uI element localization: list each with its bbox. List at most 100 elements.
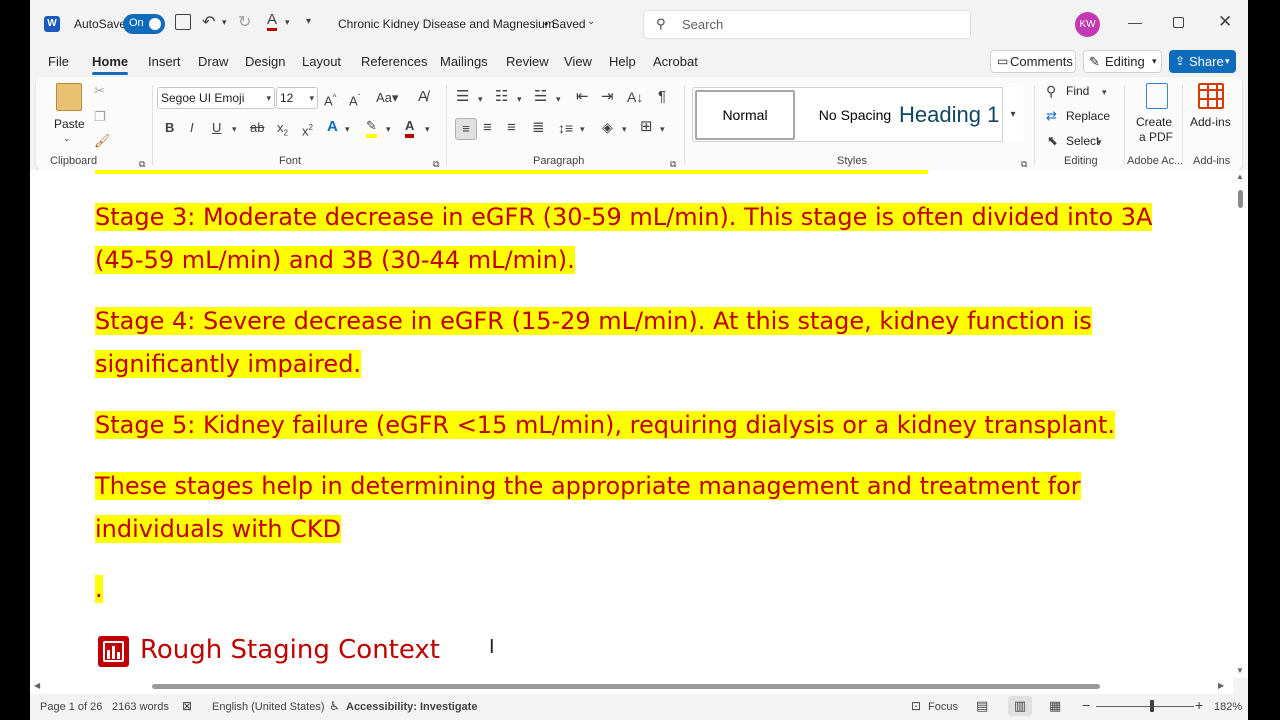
chevron-down-icon[interactable]: ⌄ [63,133,71,144]
numbering-icon[interactable]: ☷ [495,89,508,105]
sort-icon[interactable]: A↓ [627,89,643,105]
paragraph-period[interactable]: . [95,568,1195,611]
style-no-spacing[interactable]: No Spacing [805,90,905,140]
clear-formatting-icon[interactable]: A̸ [418,89,428,105]
tab-insert[interactable]: Insert [148,54,181,69]
create-pdf-line1[interactable]: Create [1136,115,1172,129]
styles-more-button[interactable]: ▾ [1002,87,1023,142]
zoom-slider-thumb[interactable] [1150,700,1154,712]
style-normal[interactable]: Normal [695,90,795,140]
scroll-up-icon[interactable]: ▲ [1236,172,1244,181]
zoom-level[interactable]: 182% [1214,701,1242,713]
format-painter-icon[interactable]: 🖌 [94,133,111,149]
focus-button[interactable]: Focus [928,701,958,713]
italic-icon[interactable]: I [190,120,194,136]
tab-file[interactable]: File [48,54,69,69]
increase-indent-icon[interactable]: ⇥ [601,89,614,105]
scroll-left-icon[interactable]: ◀ [34,681,40,690]
search-input[interactable]: ⚲ Search [643,10,971,39]
decrease-indent-icon[interactable]: ⇤ [576,89,589,105]
multilevel-list-icon[interactable]: ☱ [534,89,547,105]
tab-help[interactable]: Help [609,54,636,69]
select-icon[interactable]: ⬉ [1047,133,1058,149]
subscript-icon[interactable]: x2 [277,120,288,142]
bullets-icon[interactable]: ☰ [456,89,469,105]
font-size-select[interactable]: 12 ▾ [276,87,318,109]
customize-toolbar-icon[interactable]: ▾ [306,16,311,27]
zoom-slider[interactable] [1096,706,1194,707]
close-icon[interactable]: ✕ [1218,12,1232,32]
scroll-right-icon[interactable]: ▶ [1218,681,1224,690]
scroll-down-icon[interactable]: ▼ [1236,666,1244,675]
change-case-icon[interactable]: Aa▾ [376,90,398,106]
read-mode-icon[interactable]: ▤ [976,698,988,714]
tab-view[interactable]: View [564,54,592,69]
add-ins-button[interactable]: Add-ins [1190,115,1231,129]
find-button[interactable]: Find [1066,84,1089,98]
share-button[interactable]: ⇪ Share ▾ [1169,50,1236,73]
show-formatting-icon[interactable]: ¶ [658,89,666,105]
horizontal-scrollbar[interactable]: ◀ ▶ [30,678,1233,694]
paragraph-stage-5[interactable]: Stage 5: Kidney failure (eGFR <15 mL/min… [95,404,1195,447]
tab-mailings[interactable]: Mailings [440,54,488,69]
section-heading[interactable]: Rough Staging Context [140,635,440,665]
tab-acrobat[interactable]: Acrobat [653,54,698,69]
style-heading-1[interactable]: Heading 1 [899,90,999,140]
chevron-down-icon[interactable]: ▾ [232,121,237,137]
paragraph-summary[interactable]: These stages help in determining the app… [95,465,1195,551]
paragraph-stage-3[interactable]: Stage 3: Moderate decrease in eGFR (30-5… [95,196,1195,282]
shading-icon[interactable]: ◈ [602,119,613,135]
strikethrough-icon[interactable]: ab [250,120,264,136]
page-count[interactable]: Page 1 of 26 [40,701,102,713]
chevron-down-icon[interactable]: ▾ [222,17,227,28]
text-effects-icon[interactable]: A [327,119,338,135]
chevron-down-icon[interactable]: ▾ [1102,84,1107,100]
line-spacing-icon[interactable]: ↕≡ [558,120,573,136]
vertical-scrollbar[interactable]: ▲ ▼ [1233,170,1248,678]
editing-mode-button[interactable]: ✎ Editing ▾ [1083,50,1162,73]
chevron-down-icon[interactable]: ▾ [386,121,391,137]
highlight-icon[interactable]: ✎ [366,118,377,138]
select-button[interactable]: Select [1066,134,1099,148]
paste-icon[interactable] [56,83,82,111]
font-name-select[interactable]: Segoe UI Emoji ▾ [157,87,275,109]
tab-references[interactable]: References [361,54,427,69]
print-layout-icon[interactable]: ▥ [1008,696,1032,716]
chevron-down-icon[interactable]: ▾ [517,91,522,107]
horizontal-scroll-thumb[interactable] [152,684,1100,689]
replace-icon[interactable]: ⇄ [1046,108,1057,124]
word-count[interactable]: 2163 words [112,701,169,713]
chevron-down-icon[interactable]: ▾ [425,121,430,137]
chevron-down-icon[interactable]: ▾ [345,121,350,137]
shrink-font-icon[interactable]: Aˇ [349,90,360,109]
zoom-in-icon[interactable]: + [1195,697,1203,713]
tab-design[interactable]: Design [245,54,285,69]
accessibility-status[interactable]: Accessibility: Investigate [346,701,477,713]
restore-icon[interactable] [1173,17,1184,28]
autosave-toggle[interactable]: On [123,14,165,34]
tab-review[interactable]: Review [506,54,549,69]
redo-icon[interactable]: ↻ [238,12,251,32]
copy-icon[interactable]: ❐ [94,109,106,125]
tab-layout[interactable]: Layout [302,54,341,69]
vertical-scroll-thumb[interactable] [1238,190,1243,208]
chevron-down-icon[interactable]: ▾ [660,121,665,137]
document-canvas[interactable]: Stage 3: Moderate decrease in eGFR (30-5… [30,170,1233,678]
document-title[interactable]: Chronic Kidney Disease and Magnesium [338,17,555,31]
superscript-icon[interactable]: x2 [302,120,313,139]
grow-font-icon[interactable]: A^ [324,90,336,109]
underline-icon[interactable]: U [212,120,221,136]
font-color-icon[interactable]: A [405,118,415,138]
chevron-down-icon[interactable]: ▾ [285,17,290,28]
chevron-down-icon[interactable]: ⌄ [587,16,595,27]
cut-icon[interactable]: ✂ [94,83,105,99]
chevron-down-icon[interactable]: ▾ [622,121,627,137]
create-pdf-line2[interactable]: a PDF [1139,130,1173,144]
align-right-icon[interactable]: ≡ [507,120,516,136]
comments-button[interactable]: ▭ Comments [990,50,1076,73]
create-pdf-icon[interactable] [1146,83,1168,109]
find-icon[interactable]: ⚲ [1046,83,1056,99]
justify-icon[interactable]: ≣ [532,120,545,136]
bold-icon[interactable]: B [165,120,174,136]
chevron-down-icon[interactable]: ▾ [1097,134,1102,150]
